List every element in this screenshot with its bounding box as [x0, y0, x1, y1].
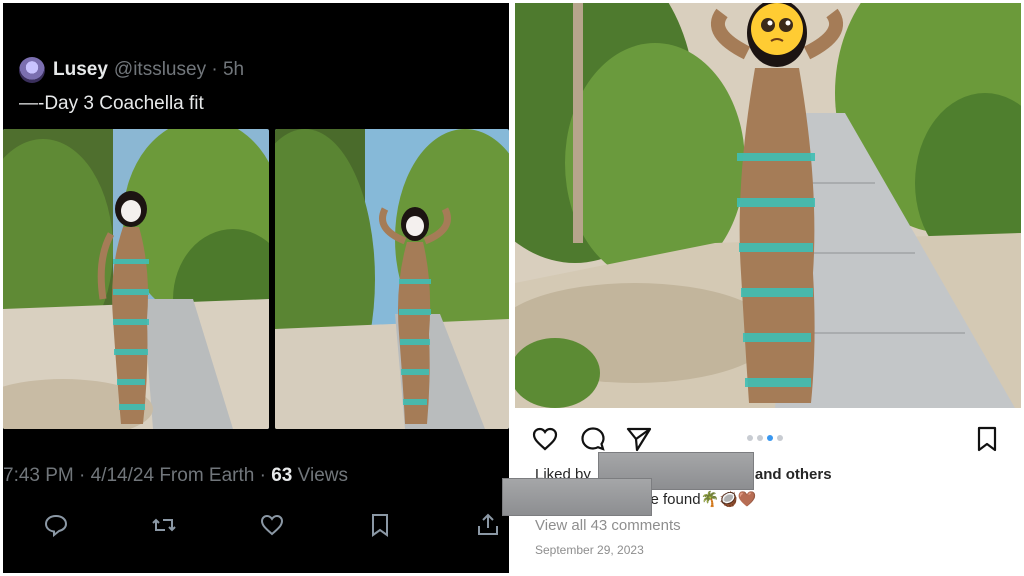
instagram-photo-image — [515, 3, 1021, 408]
tweet-text: —-Day 3 Coachella fit — [19, 93, 204, 114]
retweet-icon[interactable] — [147, 508, 181, 542]
like-icon[interactable] — [255, 508, 289, 542]
instagram-photo[interactable] — [515, 3, 1021, 408]
redaction-box-caption-username — [502, 478, 652, 516]
views-count: 63 — [271, 465, 293, 486]
display-name[interactable]: Lusey — [53, 59, 108, 81]
view-all-comments[interactable]: View all 43 comments — [535, 517, 681, 534]
save-icon[interactable] — [971, 423, 1003, 455]
avatar[interactable] — [19, 57, 45, 83]
tweet-timestamp: 7:43 PM · 4/14/24 From Earth · — [3, 465, 272, 486]
tweet-actions — [3, 508, 509, 548]
share-icon[interactable] — [471, 508, 505, 542]
tweet-photo-2-image — [275, 129, 509, 429]
post-date: September 29, 2023 — [535, 543, 644, 557]
carousel-dots — [747, 435, 783, 441]
tweet-photo-1[interactable] — [3, 129, 269, 429]
carousel-dot-active[interactable] — [767, 435, 773, 441]
send-icon[interactable] — [623, 423, 655, 455]
instagram-actions — [515, 423, 1021, 455]
tweet-header: Lusey @itsslusey · 5h — [19, 55, 244, 85]
views-label: Views — [292, 465, 348, 486]
bookmark-icon[interactable] — [363, 508, 397, 542]
caption-emoji: 🌴🥥🤎 — [700, 491, 757, 508]
tweet-photo-2[interactable] — [275, 129, 509, 429]
carousel-dot[interactable] — [757, 435, 763, 441]
reply-icon[interactable] — [39, 508, 73, 542]
tweet-meta: 7:43 PM · 4/14/24 From Earth · 63 Views — [3, 465, 348, 487]
liked-by-suffix[interactable]: and others — [755, 466, 832, 483]
handle-and-time[interactable]: @itsslusey · 5h — [114, 59, 244, 81]
caption: se found🌴🥥🤎 — [643, 490, 757, 508]
heart-icon[interactable] — [529, 423, 561, 455]
tweet-panel: Lusey @itsslusey · 5h —-Day 3 Coachella … — [3, 3, 509, 573]
carousel-dot[interactable] — [747, 435, 753, 441]
carousel-dot[interactable] — [777, 435, 783, 441]
tweet-photo-1-image — [3, 129, 269, 429]
comment-icon[interactable] — [577, 423, 609, 455]
